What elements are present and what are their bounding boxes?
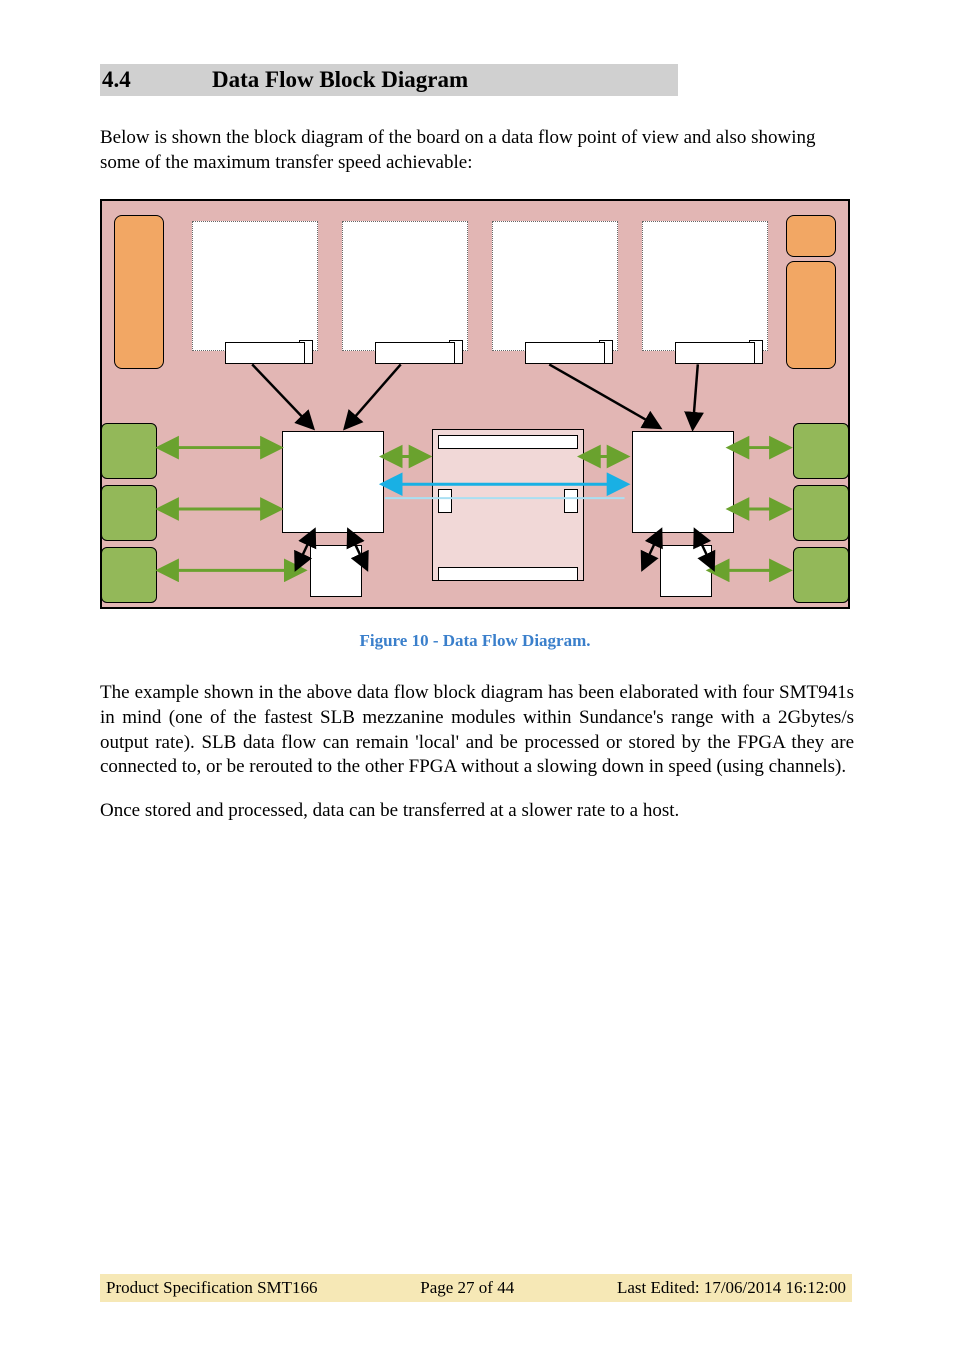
- section-heading: 4.4Data Flow Block Diagram: [100, 64, 678, 96]
- section-title: Data Flow Block Diagram: [212, 67, 468, 92]
- section-number: 4.4: [102, 67, 212, 93]
- footer-center: Page 27 of 44: [420, 1278, 514, 1298]
- io-block: [101, 547, 157, 603]
- memory-block-right: [660, 545, 712, 597]
- figure-caption: Figure 10 - Data Flow Diagram.: [100, 631, 850, 651]
- fpga-left: [282, 431, 384, 533]
- slb-module-2: [342, 221, 468, 351]
- bridge-bar-top: [438, 435, 578, 449]
- slb-module-4: [642, 221, 768, 351]
- slb-tab: [525, 342, 605, 364]
- bridge-port-icon: [564, 489, 578, 513]
- bridge-port-icon: [438, 489, 452, 513]
- document-page: 4.4Data Flow Block Diagram Below is show…: [0, 0, 954, 1350]
- io-block: [793, 423, 849, 479]
- slb-module-1: [192, 221, 318, 351]
- slb-module-3: [492, 221, 618, 351]
- body-paragraph-2: Once stored and processed, data can be t…: [100, 799, 854, 824]
- io-block: [101, 485, 157, 541]
- slb-tab: [375, 342, 455, 364]
- bridge-bar-bottom: [438, 567, 578, 581]
- data-flow-diagram: [100, 199, 850, 609]
- io-block: [793, 485, 849, 541]
- io-block: [101, 423, 157, 479]
- connector-block-right-bottom: [786, 261, 836, 369]
- footer-right: Last Edited: 17/06/2014 16:12:00: [617, 1278, 846, 1298]
- page-footer: Product Specification SMT166 Page 27 of …: [100, 1274, 852, 1302]
- intro-paragraph: Below is shown the block diagram of the …: [100, 126, 854, 175]
- memory-block-left: [310, 545, 362, 597]
- slb-tab: [225, 342, 305, 364]
- connector-block-right-top: [786, 215, 836, 257]
- fpga-right: [632, 431, 734, 533]
- footer-left: Product Specification SMT166: [106, 1278, 318, 1298]
- bridge-block: [432, 429, 584, 581]
- body-paragraph-1: The example shown in the above data flow…: [100, 681, 854, 780]
- slb-tab: [675, 342, 755, 364]
- io-block: [793, 547, 849, 603]
- connector-block-left: [114, 215, 164, 369]
